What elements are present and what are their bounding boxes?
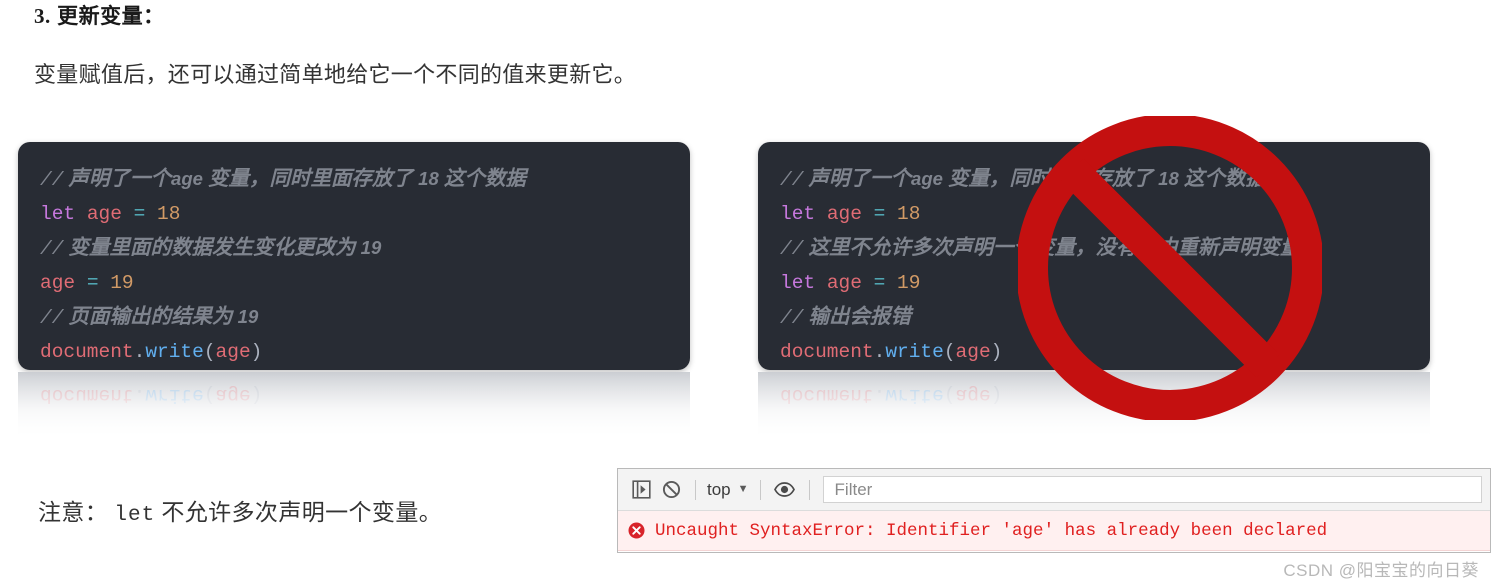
clear-console-icon[interactable]: [656, 475, 686, 505]
toolbar-divider: [759, 479, 761, 500]
note-suffix: 不允许多次声明一个变量。: [161, 500, 443, 525]
keyword-let: let: [780, 272, 816, 294]
code-line: document.write(age): [40, 335, 668, 369]
identifier: age: [826, 272, 862, 294]
dot-operator: .: [873, 341, 886, 363]
code-reflection: document.write(age): [18, 372, 690, 442]
object-document: document: [780, 341, 874, 363]
code-reflection: document.write(age): [758, 372, 1430, 442]
operator: =: [86, 272, 99, 294]
code-comment: // 变量里面的数据发生变化更改为 19: [40, 237, 382, 260]
note-keyword: let: [114, 504, 156, 527]
operator: =: [873, 272, 886, 294]
console-error-message: Uncaught SyntaxError: Identifier 'age' h…: [655, 520, 1328, 541]
operator: =: [133, 203, 146, 225]
paren-open: (: [943, 341, 956, 363]
code-comment: // 声明了一个age 变量，同时里面存放了 18 这个数据: [40, 168, 526, 191]
code-comment: // 页面输出的结果为 19: [40, 306, 259, 329]
filter-input-wrapper[interactable]: [822, 476, 1482, 503]
reflection-text: document.write(age): [40, 384, 263, 406]
chevron-down-icon: ▼: [737, 483, 749, 495]
code-line: age = 19: [40, 266, 668, 300]
paren-close: ): [250, 341, 263, 363]
watermark: CSDN @阳宝宝的向日葵: [1283, 561, 1479, 580]
code-line: // 这里不允许多次声明一个变量，没有理由重新声明变量: [780, 231, 1408, 266]
code-comment: // 输出会报错: [780, 306, 912, 329]
console-toolbar: top ▼: [618, 469, 1490, 511]
code-editor-right: // 声明了一个age 变量，同时里面存放了 18 这个数据 let age =…: [758, 142, 1430, 370]
devtools-console-panel: top ▼ Uncaught SyntaxError: Identifier '…: [617, 468, 1491, 553]
live-expression-eye-icon[interactable]: [770, 475, 800, 505]
filter-input[interactable]: [832, 478, 1472, 501]
argument: age: [955, 341, 991, 363]
number-literal: 18: [897, 203, 921, 225]
intro-paragraph: 变量赋值后，还可以通过简单地给它一个不同的值来更新它。: [34, 62, 637, 87]
identifier: age: [826, 203, 862, 225]
code-block-invalid: // 声明了一个age 变量，同时里面存放了 18 这个数据 let age =…: [758, 142, 1430, 442]
operator: =: [873, 203, 886, 225]
reflection-text: document.write(age): [780, 384, 1003, 406]
code-line: // 变量里面的数据发生变化更改为 19: [40, 231, 668, 266]
code-line: // 页面输出的结果为 19: [40, 300, 668, 335]
code-editor-left: // 声明了一个age 变量，同时里面存放了 18 这个数据 let age =…: [18, 142, 690, 370]
page-title: 3. 更新变量：: [34, 0, 165, 30]
number-literal: 18: [157, 203, 181, 225]
method-write: write: [885, 341, 944, 363]
number-literal: 19: [110, 272, 134, 294]
code-line: // 输出会报错: [780, 300, 1408, 335]
toolbar-divider: [808, 479, 810, 500]
dot-operator: .: [133, 341, 146, 363]
execution-context-label: top: [707, 479, 731, 499]
identifier: age: [86, 203, 122, 225]
argument: age: [215, 341, 251, 363]
code-comment: // 声明了一个age 变量，同时里面存放了 18 这个数据: [780, 168, 1266, 191]
note-prefix: 注意：: [38, 500, 109, 525]
code-line: document.write(age): [780, 335, 1408, 369]
keyword-let: let: [780, 203, 816, 225]
note-text: 注意： let 不允许多次声明一个变量。: [38, 493, 442, 527]
code-line: let age = 19: [780, 266, 1408, 300]
paren-close: ): [990, 341, 1003, 363]
console-sidebar-icon[interactable]: [626, 475, 656, 505]
code-line: let age = 18: [40, 197, 668, 231]
keyword-let: let: [40, 203, 76, 225]
code-line: // 声明了一个age 变量，同时里面存放了 18 这个数据: [40, 162, 668, 197]
code-line: let age = 18: [780, 197, 1408, 231]
error-circle-icon: [628, 522, 645, 539]
page-title-number: 3.: [34, 4, 51, 28]
toolbar-divider: [695, 479, 696, 500]
paren-open: (: [203, 341, 216, 363]
identifier: age: [40, 272, 76, 294]
page-title-text: 更新变量：: [57, 5, 165, 28]
code-line: // 声明了一个age 变量，同时里面存放了 18 这个数据: [780, 162, 1408, 197]
code-block-correct: // 声明了一个age 变量，同时里面存放了 18 这个数据 let age =…: [18, 142, 690, 442]
execution-context-selector[interactable]: top ▼: [705, 480, 751, 500]
object-document: document: [40, 341, 134, 363]
code-comment: // 这里不允许多次声明一个变量，没有理由重新声明变量: [780, 237, 1301, 260]
method-write: write: [145, 341, 204, 363]
number-literal: 19: [897, 272, 921, 294]
console-error-row[interactable]: Uncaught SyntaxError: Identifier 'age' h…: [618, 511, 1490, 551]
